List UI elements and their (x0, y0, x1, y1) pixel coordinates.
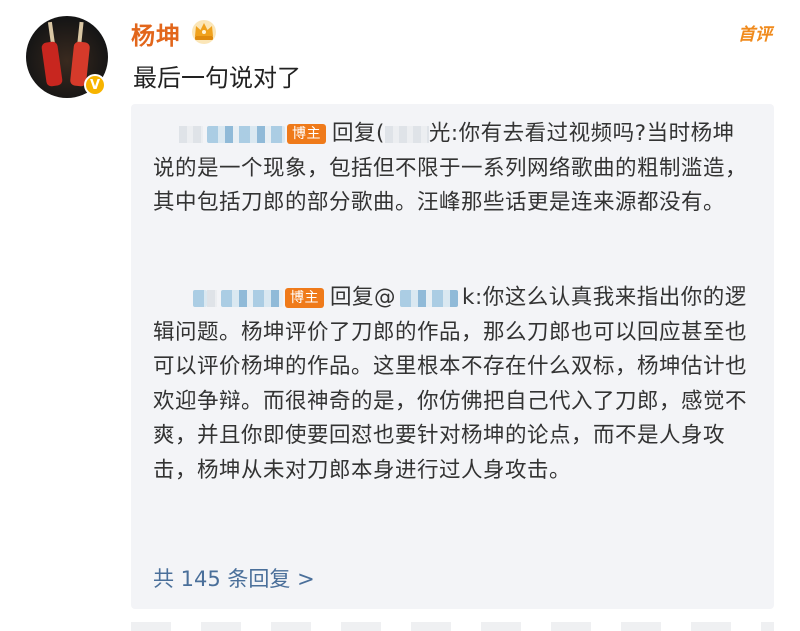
more-replies-link[interactable]: 共 145 条回复 > (153, 563, 315, 593)
username[interactable]: 杨坤 (131, 16, 181, 51)
reply-body: 出你的逻辑问题。杨坤评价了刀郎的作品，那么刀郎也可以回应甚至也可以评价杨坤的作品… (153, 285, 748, 483)
redacted-mention (400, 289, 459, 307)
reply-word: 回复 (330, 285, 375, 310)
redacted-username (193, 289, 207, 307)
author-badge: 博主 (287, 124, 326, 144)
reply-target-mention[interactable]: (光 (376, 121, 451, 146)
author-badge: 博主 (285, 288, 324, 308)
comment-text: 最后一句说对了 (133, 64, 301, 92)
reply-question: :你有去看过视频吗? (450, 121, 647, 146)
redacted-username (207, 125, 285, 143)
redacted-username (221, 289, 283, 307)
reply-item[interactable]: 博主 回复(光:你有去看过视频吗?当时杨坤说的是一个现象，包括但不限于一系列网络歌… (153, 117, 748, 221)
first-comment-badge: 首评 (738, 25, 772, 45)
redacted-username (207, 289, 217, 307)
guitar-body-decoration (41, 41, 63, 87)
redacted-mention (384, 125, 429, 143)
reply-word: 回复 (332, 121, 377, 146)
redacted-username (179, 125, 203, 143)
crown-icon (192, 20, 216, 44)
reply-panel: 博主 回复(光:你有去看过视频吗?当时杨坤说的是一个现象，包括但不限于一系列网络歌… (131, 104, 774, 609)
reply-target-mention[interactable]: @ k (374, 285, 475, 310)
verified-icon: V (84, 74, 106, 96)
reply-item[interactable]: 博主 回复@ k:你这么认真我来指出你的逻辑问题。杨坤评价了刀郎的作品，那么刀郎也可… (153, 281, 748, 488)
next-comment-preview (131, 622, 774, 631)
reply-question: :你这么认真我来指 (474, 285, 659, 310)
